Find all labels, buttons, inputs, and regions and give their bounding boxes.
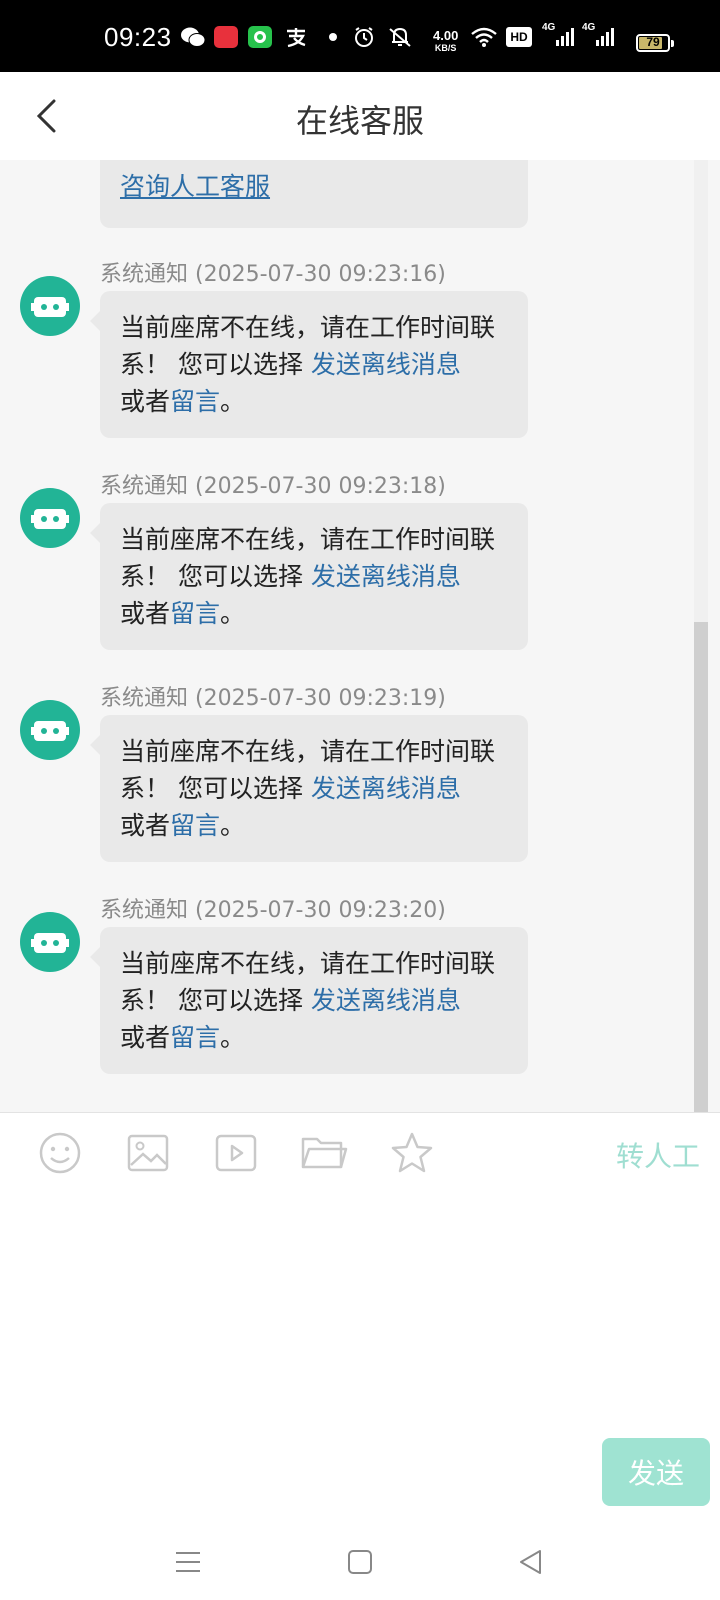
leave-message-link[interactable]: 留言	[170, 599, 220, 628]
green-app-icon	[248, 26, 272, 48]
sender-name: 系统通知	[100, 686, 189, 711]
consult-human-link[interactable]: 咨询人工客服	[120, 172, 270, 201]
sender-name: 系统通知	[100, 474, 189, 499]
chat-message: 系统通知 (2025-07-30 09:23:19) 当前座席不在线，请在工作时…	[0, 680, 720, 880]
app-icon	[214, 26, 238, 48]
image-icon[interactable]	[124, 1129, 172, 1177]
status-time: 09:23	[104, 22, 172, 52]
alipay-icon	[284, 26, 308, 48]
offline-message-link[interactable]: 发送离线消息	[311, 562, 461, 591]
chat-area[interactable]: 咨询人工客服 系统通知 (2025-07-30 09:23:16) 当前座席不在…	[0, 160, 720, 1112]
chat-toolbar: 转人工	[0, 1113, 720, 1193]
page-title: 在线客服	[295, 102, 424, 140]
message-bubble: 当前座席不在线，请在工作时间联系！ 您可以选择 发送离线消息 或者留言。	[90, 291, 528, 438]
scroll-thumb[interactable]	[694, 622, 708, 1112]
leave-message-link[interactable]: 留言	[170, 387, 220, 416]
message-text-3: 。	[220, 387, 246, 416]
home-icon[interactable]	[340, 1542, 380, 1582]
message-meta: 系统通知 (2025-07-30 09:23:16)	[100, 256, 446, 288]
chat-message: 系统通知 (2025-07-30 09:23:20) 当前座席不在线，请在工作时…	[0, 892, 720, 1092]
speed-value: 4.00	[433, 28, 459, 43]
battery-level: 79	[646, 35, 660, 49]
message-text-3: 。	[220, 1023, 246, 1052]
chat-message: 系统通知 (2025-07-30 09:23:16) 当前座席不在线，请在工作时…	[0, 256, 720, 456]
signal-icon: 4G	[542, 22, 576, 48]
message-text-3: 。	[220, 811, 246, 840]
send-button[interactable]: 发送	[602, 1438, 710, 1506]
message-bubble-partial: 咨询人工客服	[100, 160, 528, 228]
star-icon[interactable]	[388, 1129, 436, 1177]
leave-message-link[interactable]: 留言	[170, 1023, 220, 1052]
message-text-2: 或者	[120, 811, 171, 840]
status-bar: 09:23 4.00 KB/S HD 4G 4G 79	[0, 0, 720, 72]
folder-icon[interactable]	[300, 1129, 348, 1177]
system-nav-bar	[0, 1522, 720, 1600]
wifi-icon	[470, 26, 498, 48]
sender-name: 系统通知	[100, 262, 189, 287]
mute-icon	[386, 26, 414, 48]
message-time: (2025-07-30 09:23:20)	[195, 898, 446, 923]
wechat-icon	[180, 26, 206, 48]
message-time: (2025-07-30 09:23:16)	[195, 262, 446, 287]
speed-unit: KB/S	[434, 43, 457, 53]
video-icon[interactable]	[212, 1129, 260, 1177]
robot-avatar-icon	[20, 700, 80, 760]
message-text-2: 或者	[120, 599, 171, 628]
message-meta: 系统通知 (2025-07-30 09:23:18)	[100, 468, 446, 500]
message-bubble: 当前座席不在线，请在工作时间联系！ 您可以选择 发送离线消息 或者留言。	[90, 503, 528, 650]
hd-icon: HD	[506, 26, 532, 48]
chat-scrollbar[interactable]	[694, 160, 708, 1112]
hd-label: HD	[506, 27, 532, 47]
leave-message-link[interactable]: 留言	[170, 811, 220, 840]
message-text-2: 或者	[120, 1023, 171, 1052]
battery-icon: 79	[636, 34, 674, 52]
robot-avatar-icon	[20, 276, 80, 336]
robot-avatar-icon	[20, 488, 80, 548]
offline-message-link[interactable]: 发送离线消息	[311, 350, 461, 379]
emoji-icon[interactable]	[36, 1129, 84, 1177]
signal-icon-2: 4G	[582, 22, 616, 48]
offline-message-link[interactable]: 发送离线消息	[311, 986, 461, 1015]
title-bar: 在线客服	[0, 72, 720, 160]
message-text-2: 或者	[120, 387, 171, 416]
menu-icon[interactable]	[168, 1542, 208, 1582]
message-meta: 系统通知 (2025-07-30 09:23:20)	[100, 892, 446, 924]
net-label-2: 4G	[582, 22, 596, 33]
back-nav-icon[interactable]	[510, 1542, 550, 1582]
robot-avatar-icon	[20, 912, 80, 972]
message-bubble: 当前座席不在线，请在工作时间联系！ 您可以选择 发送离线消息 或者留言。	[90, 927, 528, 1074]
net-label-1: 4G	[542, 22, 556, 33]
message-meta: 系统通知 (2025-07-30 09:23:19)	[100, 680, 446, 712]
message-text-3: 。	[220, 599, 246, 628]
transfer-to-human-button[interactable]: 转人工	[616, 1135, 700, 1175]
message-time: (2025-07-30 09:23:18)	[195, 474, 446, 499]
chat-message: 系统通知 (2025-07-30 09:23:18) 当前座席不在线，请在工作时…	[0, 468, 720, 668]
message-bubble: 当前座席不在线，请在工作时间联系！ 您可以选择 发送离线消息 或者留言。	[90, 715, 528, 862]
sender-name: 系统通知	[100, 898, 189, 923]
offline-message-link[interactable]: 发送离线消息	[311, 774, 461, 803]
alarm-icon	[352, 26, 376, 48]
network-speed: 4.00 KB/S	[433, 28, 459, 54]
dot-icon	[328, 26, 338, 48]
message-time: (2025-07-30 09:23:19)	[195, 686, 446, 711]
